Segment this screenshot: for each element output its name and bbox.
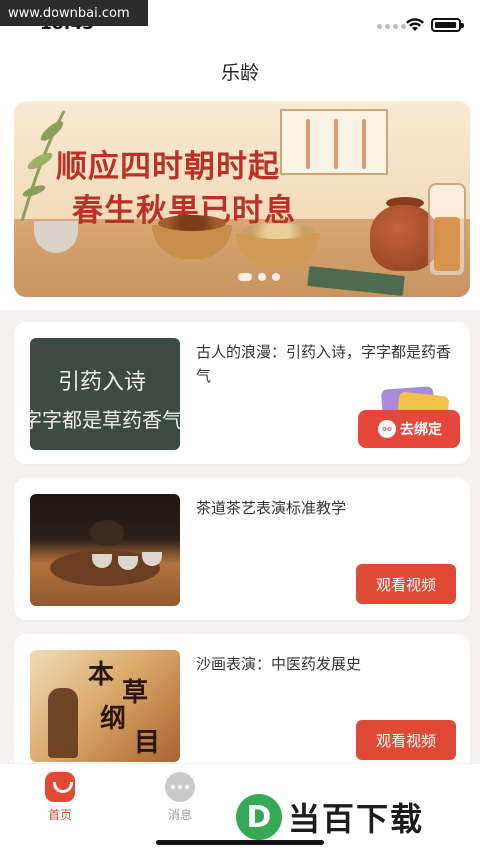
signal-dots-icon bbox=[377, 24, 406, 29]
wifi-icon bbox=[406, 18, 424, 31]
banner-headline-1: 顺应四时朝时起 bbox=[56, 149, 280, 185]
home-indicator bbox=[156, 840, 324, 845]
video-thumbnail[interactable]: 引药入诗 字字都是草药香气 bbox=[30, 338, 180, 450]
bind-label: 去绑定 bbox=[400, 422, 442, 438]
carousel-indicator[interactable] bbox=[238, 273, 280, 281]
video-title: 沙画表演：中医药发展史 bbox=[196, 655, 362, 673]
message-icon bbox=[165, 772, 195, 802]
carousel-dot[interactable] bbox=[238, 273, 252, 281]
carousel-dot[interactable] bbox=[258, 273, 266, 281]
watch-video-button[interactable]: 观看视频 bbox=[356, 564, 456, 604]
tab-label: 首页 bbox=[47, 808, 72, 822]
teapot-icon bbox=[90, 520, 124, 546]
video-title: 茶道茶艺表演标准教学 bbox=[196, 499, 347, 517]
video-thumbnail[interactable] bbox=[30, 494, 180, 606]
glass-jar bbox=[428, 183, 466, 277]
bind-float-button[interactable]: ⚯ 去绑定 bbox=[358, 386, 460, 448]
banner-section: 顺应四时朝时起 春生秋果已时息 bbox=[0, 98, 480, 310]
thumbnail-text: 本 bbox=[88, 660, 115, 690]
site-watermark: www.downbai.com bbox=[0, 0, 148, 26]
page-title: 乐龄 bbox=[220, 61, 259, 84]
battery-icon bbox=[431, 18, 464, 32]
brand-logo: D 当百下载 bbox=[236, 794, 472, 840]
video-title: 古人的浪漫：引药入诗，字字都是药香气 bbox=[196, 343, 452, 385]
carousel-dot[interactable] bbox=[272, 273, 280, 281]
list-item[interactable]: 茶道茶艺表演标准教学 观看视频 bbox=[14, 478, 470, 620]
video-thumbnail[interactable]: 本 草 纲 目 bbox=[30, 650, 180, 762]
link-icon: ⚯ bbox=[378, 420, 396, 438]
banner-carousel[interactable]: 顺应四时朝时起 春生秋果已时息 bbox=[14, 101, 470, 297]
nav-bar: 乐龄 bbox=[0, 44, 480, 98]
watch-video-button[interactable]: 观看视频 bbox=[356, 720, 456, 760]
tab-messages[interactable]: 消息 bbox=[150, 772, 210, 823]
thumbnail-text: 引药入诗 bbox=[58, 370, 147, 395]
brand-mark: D bbox=[236, 794, 282, 840]
thumbnail-text: 字字都是草药香气 bbox=[30, 408, 180, 432]
tab-home[interactable]: 首页 bbox=[30, 772, 90, 823]
brand-text: 当百下载 bbox=[288, 800, 425, 838]
acupuncture-chart bbox=[280, 109, 388, 175]
tab-label: 消息 bbox=[167, 808, 192, 822]
thumbnail-text: 目 bbox=[134, 728, 161, 758]
list-item[interactable]: 本 草 纲 目 沙画表演：中医药发展史 观看视频 bbox=[14, 634, 470, 776]
thumbnail-text: 纲 bbox=[100, 704, 127, 734]
home-icon bbox=[45, 772, 75, 802]
